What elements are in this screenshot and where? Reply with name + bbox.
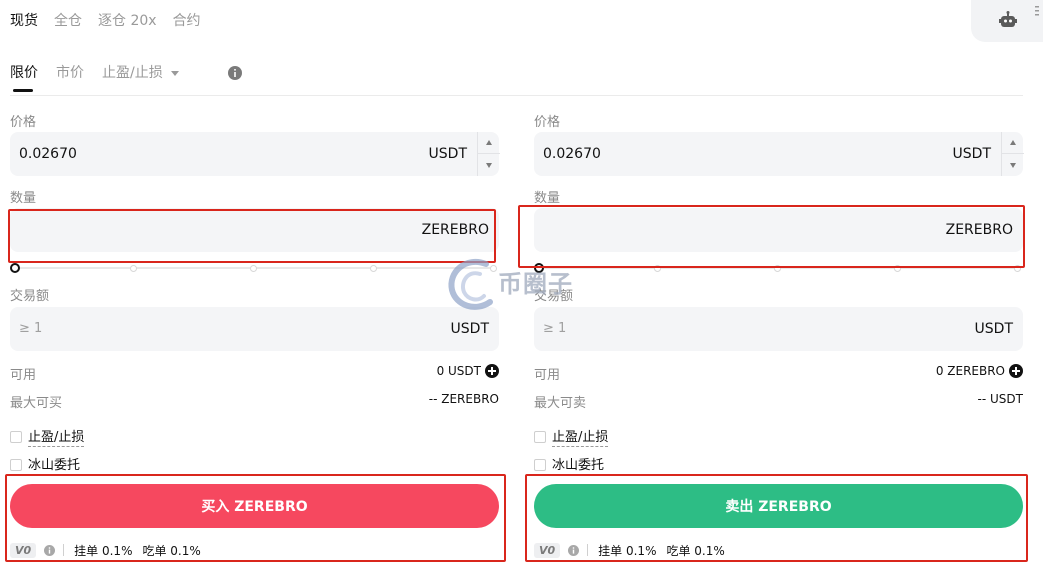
price-stepper — [477, 132, 500, 176]
divider — [587, 544, 589, 556]
quantity-label: 数量 — [534, 191, 561, 206]
slider-mark-100[interactable] — [1014, 265, 1021, 272]
add-funds-icon[interactable] — [485, 364, 499, 378]
max-buy-label: 最大可买 — [10, 396, 63, 411]
checkbox-box[interactable] — [10, 458, 22, 471]
decrement-button[interactable] — [1002, 154, 1024, 176]
buy-button[interactable]: 买入 ZEREBRO — [10, 484, 499, 528]
taker-fee: 吃单 0.1% — [142, 543, 201, 558]
taker-fee: 吃单 0.1% — [666, 543, 725, 558]
amount-label: 交易额 — [534, 289, 574, 304]
caret-down-icon — [486, 162, 492, 168]
slider-mark-50[interactable] — [250, 265, 257, 272]
available-label: 可用 — [534, 368, 561, 383]
iceberg-checkbox-label: 冰山委托 — [552, 454, 605, 475]
vip-level-badge: V0 — [10, 542, 37, 558]
iceberg-checkbox[interactable]: 冰山委托 — [534, 454, 605, 475]
price-value: 0.02670 — [19, 146, 77, 162]
caret-up-icon — [486, 140, 492, 145]
tpsl-checkbox-label: 止盈/止损 — [552, 426, 609, 447]
price-stepper — [1001, 132, 1024, 176]
tpsl-checkbox-label: 止盈/止损 — [28, 426, 85, 447]
checkbox-box[interactable] — [534, 458, 546, 471]
slider-mark-25[interactable] — [654, 265, 661, 272]
slider-mark-100[interactable] — [490, 265, 497, 272]
buy-panel: 价格 0.02670 USDT 数量 ZEREBRO 交易额 ≥ 1 USDT … — [10, 0, 500, 565]
maker-fee: 挂单 0.1% — [74, 543, 133, 558]
buy-amount-slider[interactable] — [10, 262, 499, 274]
increment-button[interactable] — [478, 132, 500, 154]
sell-button[interactable]: 卖出 ZEREBRO — [534, 484, 1023, 528]
quantity-unit: ZEREBRO — [421, 222, 489, 238]
add-funds-icon[interactable] — [1009, 364, 1023, 378]
slider-handle[interactable] — [10, 263, 20, 273]
sell-quantity-input[interactable]: ZEREBRO — [534, 208, 1023, 252]
iceberg-checkbox[interactable]: 冰山委托 — [10, 454, 81, 475]
tpsl-checkbox[interactable]: 止盈/止损 — [10, 426, 85, 447]
buy-amount-input[interactable]: ≥ 1 USDT — [10, 307, 499, 351]
amount-label: 交易额 — [10, 289, 50, 304]
available-value: 0 USDT — [436, 364, 481, 378]
max-buy-value: -- ZEREBRO — [428, 392, 499, 406]
sell-amount-slider[interactable] — [534, 262, 1023, 274]
available-value: 0 ZEREBRO — [935, 364, 1005, 378]
fee-row: V0 挂单 0.1% 吃单 0.1% — [534, 541, 1023, 559]
sell-panel: 价格 0.02670 USDT 数量 ZEREBRO 交易额 ≥ 1 USDT … — [534, 0, 1024, 565]
info-icon[interactable] — [568, 544, 580, 556]
buy-quantity-input[interactable]: ZEREBRO — [10, 208, 499, 252]
max-sell-label: 最大可卖 — [534, 396, 587, 411]
checkbox-box[interactable] — [10, 430, 22, 443]
slider-handle[interactable] — [534, 263, 544, 273]
slider-mark-75[interactable] — [370, 265, 377, 272]
buy-price-input[interactable]: 0.02670 USDT — [10, 132, 500, 176]
caret-down-icon — [1010, 162, 1016, 168]
more-icon[interactable] — [1035, 6, 1039, 18]
slider-mark-25[interactable] — [130, 265, 137, 272]
info-icon[interactable] — [44, 544, 56, 556]
maker-fee: 挂单 0.1% — [598, 543, 657, 558]
quantity-unit: ZEREBRO — [945, 222, 1013, 238]
checkbox-box[interactable] — [534, 430, 546, 443]
increment-button[interactable] — [1002, 132, 1024, 154]
price-label: 价格 — [10, 115, 37, 130]
price-value: 0.02670 — [543, 146, 601, 162]
divider — [63, 544, 65, 556]
slider-mark-75[interactable] — [894, 265, 901, 272]
quantity-label: 数量 — [10, 191, 37, 206]
slider-mark-50[interactable] — [774, 265, 781, 272]
iceberg-checkbox-label: 冰山委托 — [28, 454, 81, 475]
price-unit: USDT — [428, 146, 467, 162]
amount-placeholder: ≥ 1 — [543, 321, 567, 336]
amount-unit: USDT — [974, 321, 1013, 337]
sell-amount-input[interactable]: ≥ 1 USDT — [534, 307, 1023, 351]
available-label: 可用 — [10, 368, 37, 383]
sell-price-input[interactable]: 0.02670 USDT — [534, 132, 1024, 176]
fee-row: V0 挂单 0.1% 吃单 0.1% — [10, 541, 499, 559]
amount-placeholder: ≥ 1 — [19, 321, 43, 336]
caret-up-icon — [1010, 140, 1016, 145]
decrement-button[interactable] — [478, 154, 500, 176]
price-unit: USDT — [952, 146, 991, 162]
max-sell-value: -- USDT — [977, 392, 1023, 406]
tpsl-checkbox[interactable]: 止盈/止损 — [534, 426, 609, 447]
amount-unit: USDT — [450, 321, 489, 337]
vip-level-badge: V0 — [534, 542, 561, 558]
price-label: 价格 — [534, 115, 561, 130]
